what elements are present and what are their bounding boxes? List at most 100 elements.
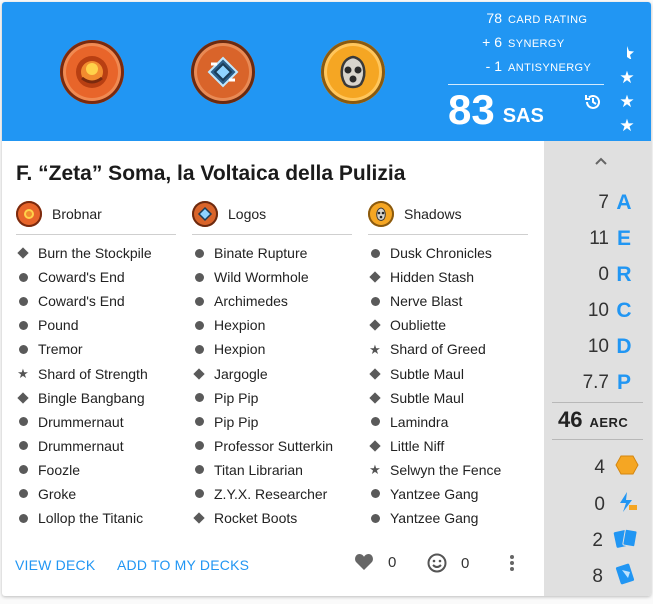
card-list-item[interactable]: Bingle Bangbang (16, 386, 176, 410)
more-options-icon[interactable] (507, 553, 517, 578)
card-list-item[interactable]: Pip Pip (192, 386, 352, 410)
creature-dot-icon (192, 441, 206, 451)
card-name: Foozle (38, 461, 81, 478)
card-list-item[interactable]: Wild Wormhole (192, 265, 352, 289)
card-list-item[interactable]: Nerve Blast (368, 289, 528, 313)
card-list-item[interactable]: Coward's End (16, 289, 176, 313)
funny-count: 0 (461, 554, 470, 572)
creature-protection-stat: 7.7 P (583, 371, 633, 395)
card-list-item[interactable]: Yantzee Gang (368, 506, 528, 530)
card-name: Subtle Maul (390, 365, 464, 382)
card-list-item[interactable]: ★ Selwyn the Fence (368, 458, 528, 482)
deck-title[interactable]: F. “Zeta” Soma, la Voltaica della Pulizi… (16, 162, 405, 186)
card-list-item[interactable]: Binate Rupture (192, 241, 352, 265)
card-list-item[interactable]: Professor Sutterkin (192, 434, 352, 458)
card-list-item[interactable]: ★ Shard of Strength (16, 361, 176, 385)
house-name: Brobnar (52, 206, 102, 222)
card-list-item[interactable]: Pound (16, 313, 176, 337)
card-name: Archimedes (214, 293, 288, 310)
card-list-item[interactable]: Titan Librarian (192, 458, 352, 482)
stats-panel: 7 A 11 E 0 R 10 C 10 D 7.7 P 46 AERC 4 0… (544, 141, 651, 596)
card-list-item[interactable]: Subtle Maul (368, 361, 528, 385)
card-list-item[interactable]: Oubliette (368, 313, 528, 337)
card-list-item[interactable]: Subtle Maul (368, 386, 528, 410)
synergy-row: + 6 SYNERGY (448, 34, 604, 58)
creature-dot-icon (368, 513, 382, 523)
card-list-item[interactable]: Drummernaut (16, 434, 176, 458)
disruption-stat: 10 D (588, 335, 633, 359)
card-name: Lollop the Titanic (38, 510, 144, 527)
add-to-my-decks-button[interactable]: ADD TO MY DECKS (117, 557, 249, 573)
card-list-item[interactable]: Pip Pip (192, 410, 352, 434)
brobnar-icon[interactable] (60, 40, 124, 104)
rating-breakdown: 78 CARD RATING + 6 SYNERGY - 1 ANTISYNER… (448, 10, 604, 131)
card-list-item[interactable]: Hidden Stash (368, 265, 528, 289)
divider (552, 439, 643, 440)
aerc-label: AERC (589, 415, 629, 430)
card-list-item[interactable]: Lamindra (368, 410, 528, 434)
card-name: Groke (38, 485, 77, 502)
card-list: Burn the Stockpile Coward's End Coward's E… (16, 241, 176, 530)
card-list-item[interactable]: Yantzee Gang (368, 482, 528, 506)
card-rating-row: 78 CARD RATING (448, 10, 604, 34)
card-list: Dusk Chronicles Hidden Stash Nerve Blast Ou… (368, 241, 528, 530)
card-list-item[interactable]: Burn the Stockpile (16, 241, 176, 265)
card-list-item[interactable]: Hexpion (192, 313, 352, 337)
card-name: Pip Pip (214, 389, 259, 406)
action-diamond-icon (16, 247, 30, 259)
deck-card: 78 CARD RATING + 6 SYNERGY - 1 ANTISYNER… (2, 2, 651, 596)
card-list-item[interactable]: ★ Shard of Greed (368, 337, 528, 361)
creature-dot-icon (16, 296, 30, 306)
card-list-item[interactable]: Hexpion (192, 337, 352, 361)
chevron-up-icon[interactable] (594, 153, 608, 171)
card-list-item[interactable]: Jargogle (192, 361, 352, 385)
stat-value: 0 (598, 264, 609, 285)
card-list-item[interactable]: Groke (16, 482, 176, 506)
shadows-icon (368, 201, 394, 227)
half-star-icon (616, 42, 638, 66)
logos-icon[interactable] (191, 40, 255, 104)
card-list-item[interactable]: Drummernaut (16, 410, 176, 434)
card-list-item[interactable]: Z.Y.X. Researcher (192, 482, 352, 506)
card-name: Coward's End (38, 293, 125, 310)
creature-control-stat: 10 C (588, 299, 633, 323)
like-counter[interactable]: 0 (354, 553, 396, 571)
creature-dot-icon (192, 272, 206, 282)
stat-value: 2 (592, 529, 603, 551)
card-list-item[interactable]: Coward's End (16, 265, 176, 289)
action-diamond-icon (16, 391, 30, 404)
heart-icon[interactable] (354, 553, 374, 571)
smiley-icon[interactable] (427, 553, 447, 573)
card-name: Burn the Stockpile (38, 245, 152, 262)
card-list-item[interactable]: Little Niff (368, 434, 528, 458)
star-icon: ★ (619, 92, 635, 111)
creature-dot-icon (16, 417, 30, 427)
creature-dot-icon (192, 248, 206, 258)
card-name: Drummernaut (38, 437, 124, 454)
stat-value: 7.7 (582, 372, 609, 393)
card-list-item[interactable]: Tremor (16, 337, 176, 361)
card-name: Pip Pip (214, 413, 259, 430)
action-diamond-icon (368, 440, 382, 452)
card-list-item[interactable]: Foozle (16, 458, 176, 482)
card-list-item[interactable]: Dusk Chronicles (368, 241, 528, 265)
creature-dot-icon (16, 272, 30, 282)
card-list-item[interactable]: Rocket Boots (192, 506, 352, 530)
creature-dot-icon (16, 441, 30, 451)
card-list-item[interactable]: Lollop the Titanic (16, 506, 176, 530)
view-deck-button[interactable]: VIEW DECK (15, 557, 95, 573)
history-icon[interactable] (583, 92, 603, 117)
creature-dot-icon (368, 489, 382, 499)
creature-dot-icon (192, 320, 206, 330)
sas-score: 83 SAS (448, 89, 604, 131)
card-name: Coward's End (38, 269, 125, 286)
card-list-item[interactable]: Archimedes (192, 289, 352, 313)
card-name: Subtle Maul (390, 389, 464, 406)
card-list: Binate Rupture Wild Wormhole Archimedes Hex… (192, 241, 352, 530)
funny-counter[interactable]: 0 (427, 553, 469, 573)
shadows-icon[interactable] (321, 40, 385, 104)
card-name: Oubliette (390, 317, 447, 334)
card-name: Drummernaut (38, 413, 124, 430)
star-icon: ★ (619, 68, 635, 87)
stat-letter-p: P (616, 371, 631, 394)
